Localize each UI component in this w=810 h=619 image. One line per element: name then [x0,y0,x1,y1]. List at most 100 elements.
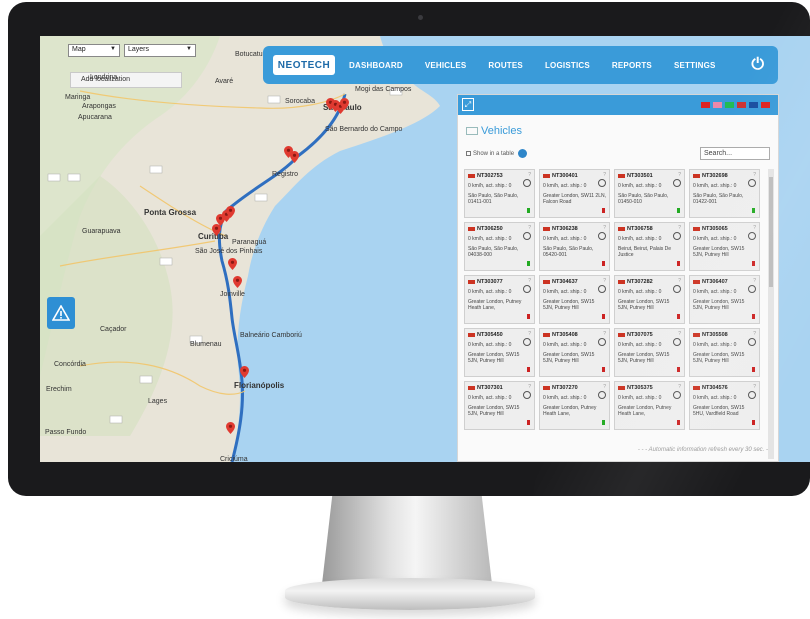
vehicle-card[interactable]: NT307270 0 km/h, act. ship.: 0 Greater Lon… [539,381,610,430]
vehicle-card[interactable]: NT304576 0 km/h, act. ship.: 0 Greater Lon… [689,381,760,430]
layers-select[interactable]: Layers ▼ [124,44,196,57]
info-icon[interactable]: ? [753,384,756,390]
clock-icon[interactable] [748,179,756,187]
info-icon[interactable]: ? [603,172,606,178]
scrollbar-thumb[interactable] [769,177,773,287]
neotech-logo[interactable]: NEOTECH [273,55,335,75]
clock-icon[interactable] [748,232,756,240]
map-marker-icon[interactable] [290,151,299,163]
map-city-label: Guarapuava [82,228,121,235]
map-marker-icon[interactable] [226,206,235,218]
info-icon[interactable]: ? [528,225,531,231]
map-marker-icon[interactable] [212,224,221,236]
clock-icon[interactable] [673,285,681,293]
info-icon[interactable]: ? [678,225,681,231]
vehicle-id: NT307270 [543,385,606,391]
vehicle-card[interactable]: NT305450 0 km/h, act. ship.: 0 Greater Lon… [464,328,535,377]
power-icon[interactable]: ⏻ [751,56,764,74]
vehicle-address: Greater London, SW11 2LN, Falcon Road [543,193,606,205]
info-icon[interactable]: ? [603,331,606,337]
clock-icon[interactable] [673,338,681,346]
alert-button[interactable] [47,297,75,329]
status-indicator [677,261,680,266]
nav-settings[interactable]: SETTINGS [674,61,716,70]
info-icon[interactable]: ? [753,225,756,231]
vehicle-card[interactable]: NT306407 0 km/h, act. ship.: 0 Greater Lon… [689,275,760,324]
vehicle-card[interactable]: NT307075 0 km/h, act. ship.: 0 Greater Lon… [614,328,685,377]
language-flag-icon[interactable] [737,102,746,108]
language-flag-icon[interactable] [725,102,734,108]
info-icon[interactable]: ? [528,172,531,178]
vehicle-card[interactable]: NT305408 0 km/h, act. ship.: 0 Greater Lon… [539,328,610,377]
expand-icon[interactable]: ⤢ [462,98,474,111]
vehicle-card[interactable]: NT303077 0 km/h, act. ship.: 0 Greater Lon… [464,275,535,324]
panel-title: Vehicles [466,125,522,137]
add-localization-button[interactable]: Add localization [70,72,182,88]
info-icon[interactable]: ? [678,331,681,337]
info-icon[interactable]: ? [678,384,681,390]
nav-routes[interactable]: ROUTES [488,61,523,70]
info-icon[interactable]: ? [753,172,756,178]
vehicle-card[interactable]: NT305065 0 km/h, act. ship.: 0 Greater Lon… [689,222,760,271]
vehicle-card[interactable]: NT302753 0 km/h, act. ship.: 0 São Paulo, … [464,169,535,218]
clock-icon[interactable] [598,391,606,399]
map-marker-icon[interactable] [226,422,235,434]
vehicle-card[interactable]: NT306238 0 km/h, act. ship.: 0 São Paulo, … [539,222,610,271]
vehicle-card[interactable]: NT307282 0 km/h, act. ship.: 0 Greater Lon… [614,275,685,324]
info-icon[interactable]: ? [528,384,531,390]
info-icon[interactable]: ? [603,225,606,231]
nav-vehicles[interactable]: VEHICLES [425,61,467,70]
nav-dashboard[interactable]: DASHBOARD [349,61,403,70]
clock-icon[interactable] [598,179,606,187]
clock-icon[interactable] [673,232,681,240]
vehicle-card[interactable]: NT305375 0 km/h, act. ship.: 0 Greater Lon… [614,381,685,430]
clock-icon[interactable] [598,338,606,346]
info-icon[interactable]: ? [603,278,606,284]
vehicle-card[interactable]: NT302698 0 km/h, act. ship.: 0 São Paulo, … [689,169,760,218]
clock-icon[interactable] [523,232,531,240]
truck-icon [468,279,475,284]
language-flag-icon[interactable] [713,102,722,108]
vehicle-card[interactable]: NT300401 0 km/h, act. ship.: 0 Greater Lon… [539,169,610,218]
map-type-select[interactable]: Map ▼ [68,44,120,57]
vehicle-card[interactable]: NT304637 0 km/h, act. ship.: 0 Greater Lon… [539,275,610,324]
info-icon[interactable]: ? [678,278,681,284]
search-input[interactable]: Search... [700,147,770,160]
map-marker-icon[interactable] [228,258,237,270]
globe-icon[interactable] [518,149,527,158]
clock-icon[interactable] [598,285,606,293]
vehicle-card[interactable]: NT307301 0 km/h, act. ship.: 0 Greater Lon… [464,381,535,430]
show-in-table-toggle[interactable]: Show in a table [466,151,514,157]
map-marker-icon[interactable] [240,366,249,378]
clock-icon[interactable] [598,232,606,240]
vehicle-card[interactable]: NT306250 0 km/h, act. ship.: 0 São Paulo, … [464,222,535,271]
info-icon[interactable]: ? [603,384,606,390]
vehicle-card[interactable]: NT305508 0 km/h, act. ship.: 0 Greater Lon… [689,328,760,377]
nav-reports[interactable]: REPORTS [612,61,652,70]
clock-icon[interactable] [523,338,531,346]
map-marker-icon[interactable] [233,276,242,288]
clock-icon[interactable] [523,179,531,187]
info-icon[interactable]: ? [678,172,681,178]
map-marker-icon[interactable] [340,98,349,110]
nav-logistics[interactable]: LOGISTICS [545,61,590,70]
info-icon[interactable]: ? [753,278,756,284]
clock-icon[interactable] [748,338,756,346]
clock-icon[interactable] [523,391,531,399]
scrollbar[interactable] [768,169,774,459]
language-flag-icon[interactable] [761,102,770,108]
clock-icon[interactable] [523,285,531,293]
clock-icon[interactable] [748,391,756,399]
clock-icon[interactable] [748,285,756,293]
language-flag-icon[interactable] [701,102,710,108]
vehicle-card[interactable]: NT303501 0 km/h, act. ship.: 0 São Paulo, … [614,169,685,218]
info-icon[interactable]: ? [528,331,531,337]
vehicle-card[interactable]: NT306758 0 km/h, act. ship.: 0 Beirut, Bei… [614,222,685,271]
clock-icon[interactable] [673,391,681,399]
language-flag-icon[interactable] [749,102,758,108]
map-city-label: Ponta Grossa [144,208,197,217]
info-icon[interactable]: ? [528,278,531,284]
checkbox[interactable] [466,151,471,156]
clock-icon[interactable] [673,179,681,187]
info-icon[interactable]: ? [753,331,756,337]
